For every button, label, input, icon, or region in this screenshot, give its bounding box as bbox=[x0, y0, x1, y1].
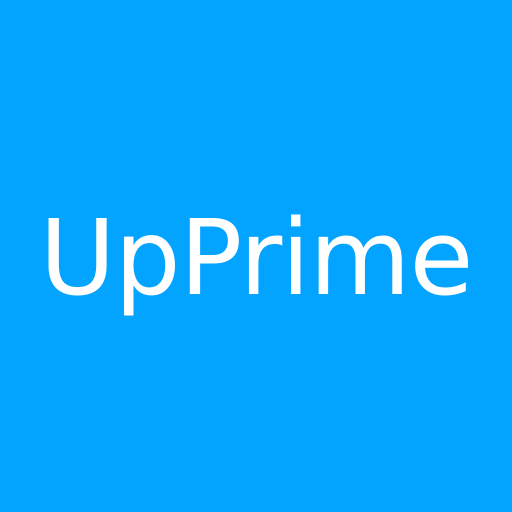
app-icon: UpPrime bbox=[0, 0, 512, 512]
app-name-logo-text: UpPrime bbox=[39, 197, 474, 319]
